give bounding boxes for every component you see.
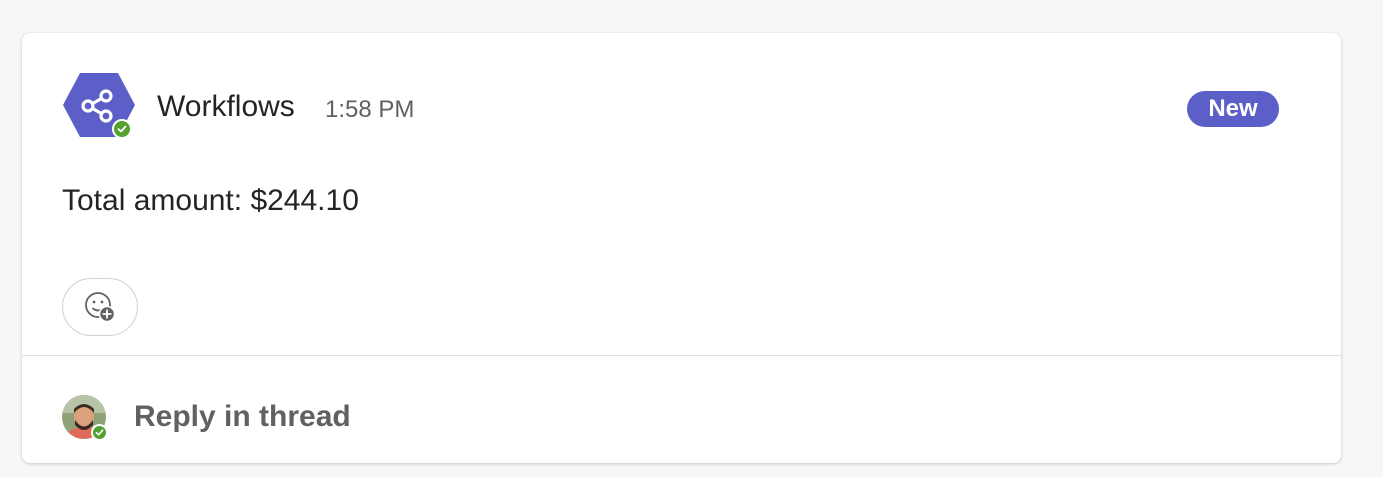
presence-available-icon (112, 119, 132, 139)
add-reaction-button[interactable] (62, 278, 138, 336)
new-message-badge: New (1187, 91, 1279, 127)
divider (22, 355, 1341, 356)
reply-in-thread-button[interactable]: Reply in thread (134, 399, 351, 435)
presence-available-icon (91, 424, 108, 441)
current-user-avatar[interactable] (62, 395, 110, 443)
message-card: Workflows 1:58 PM New Total amount: $244… (22, 33, 1341, 463)
checkmark-icon (95, 429, 104, 436)
sender-name[interactable]: Workflows (157, 89, 295, 125)
workflows-app-avatar[interactable] (62, 72, 136, 139)
checkmark-icon (117, 125, 127, 133)
message-body: Total amount: $244.10 (62, 184, 359, 217)
message-timestamp: 1:58 PM (325, 96, 415, 123)
add-reaction-icon (85, 292, 116, 323)
